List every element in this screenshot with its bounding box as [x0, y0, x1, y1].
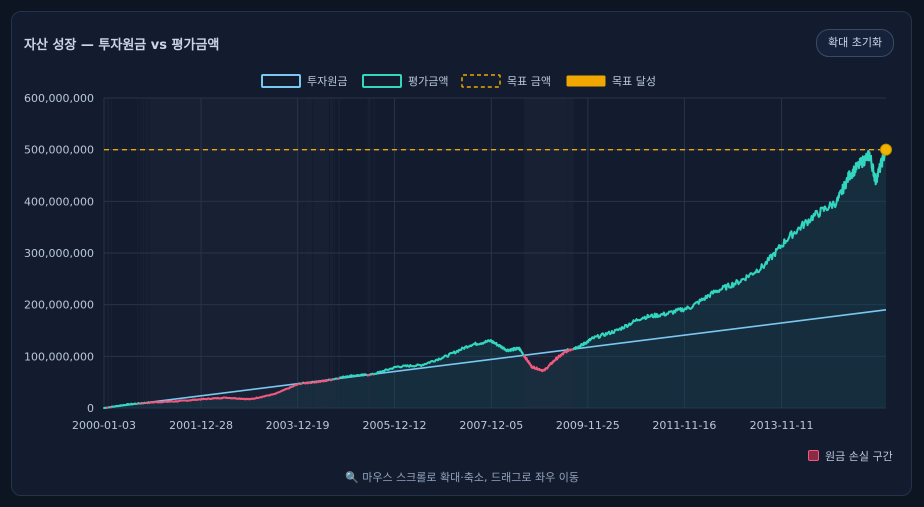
value-line-segment	[881, 155, 884, 168]
value-line-segment	[876, 168, 880, 178]
x-tick-label: 2003-12-19	[266, 419, 330, 432]
x-tick-label: 2000-01-03	[72, 419, 136, 432]
legend-principal-label: 투자원금	[307, 75, 347, 88]
y-tick-label: 300,000,000	[24, 247, 94, 260]
legend-principal-swatch	[261, 74, 301, 88]
loss-zone-band	[145, 98, 149, 408]
zoom-hint: 🔍 마우스 스크롤로 확대·축소, 드래그로 좌우 이동	[345, 471, 579, 484]
loss-zone-band	[300, 98, 304, 408]
x-tick-label: 2007-12-05	[459, 419, 523, 432]
legend-goal-reached-swatch	[566, 75, 606, 87]
y-tick-label: 500,000,000	[24, 144, 94, 157]
loss-zone-swatch	[808, 450, 819, 461]
x-tick-label: 2013-11-11	[750, 419, 814, 432]
value-line-segment	[818, 206, 822, 217]
loss-zone-band	[367, 98, 371, 408]
x-tick-label: 2009-11-25	[556, 419, 620, 432]
value-line-segment	[774, 248, 778, 257]
loss-zone-label: 원금 손실 구간	[825, 450, 893, 463]
y-tick-label: 600,000,000	[24, 92, 94, 105]
loss-zone-band	[149, 98, 300, 408]
value-line-segment	[844, 180, 848, 189]
legend-goal-swatch	[461, 74, 501, 88]
x-tick-label: 2001-12-28	[169, 419, 233, 432]
goal-reached-marker	[880, 143, 892, 156]
y-tick-label: 400,000,000	[24, 195, 94, 208]
loss-zone-band	[111, 98, 113, 408]
loss-zone-band	[140, 98, 142, 408]
loss-zone-band	[107, 98, 110, 408]
loss-zone-band	[333, 98, 335, 408]
loss-zone-band	[313, 98, 329, 408]
legend-goal-label: 목표 금액	[507, 75, 551, 88]
y-tick-label: 100,000,000	[24, 350, 94, 363]
y-tick-label: 200,000,000	[24, 299, 94, 312]
asset-growth-chart[interactable]: 0 100,000,000 200,000,000 300,000,000 400,00…	[0, 0, 924, 507]
x-tick-label: 2005-12-12	[363, 419, 427, 432]
legend-value-label: 평가금액	[408, 75, 448, 88]
legend-value-swatch	[362, 74, 402, 88]
x-tick-label: 2011-11-16	[652, 419, 716, 432]
loss-zone-band	[137, 98, 139, 408]
loss-zone-band	[523, 98, 568, 408]
loss-zone-legend: 원금 손실 구간	[808, 448, 893, 464]
loss-zone-band	[304, 98, 313, 408]
loss-zone-band	[568, 98, 574, 408]
loss-zone-band	[373, 98, 375, 408]
legend-goal-reached-label: 목표 달성	[612, 75, 656, 88]
loss-zone-band	[338, 98, 341, 408]
y-tick-label: 0	[87, 402, 94, 415]
loss-zone-band	[142, 98, 145, 408]
loss-zone-band	[329, 98, 333, 408]
